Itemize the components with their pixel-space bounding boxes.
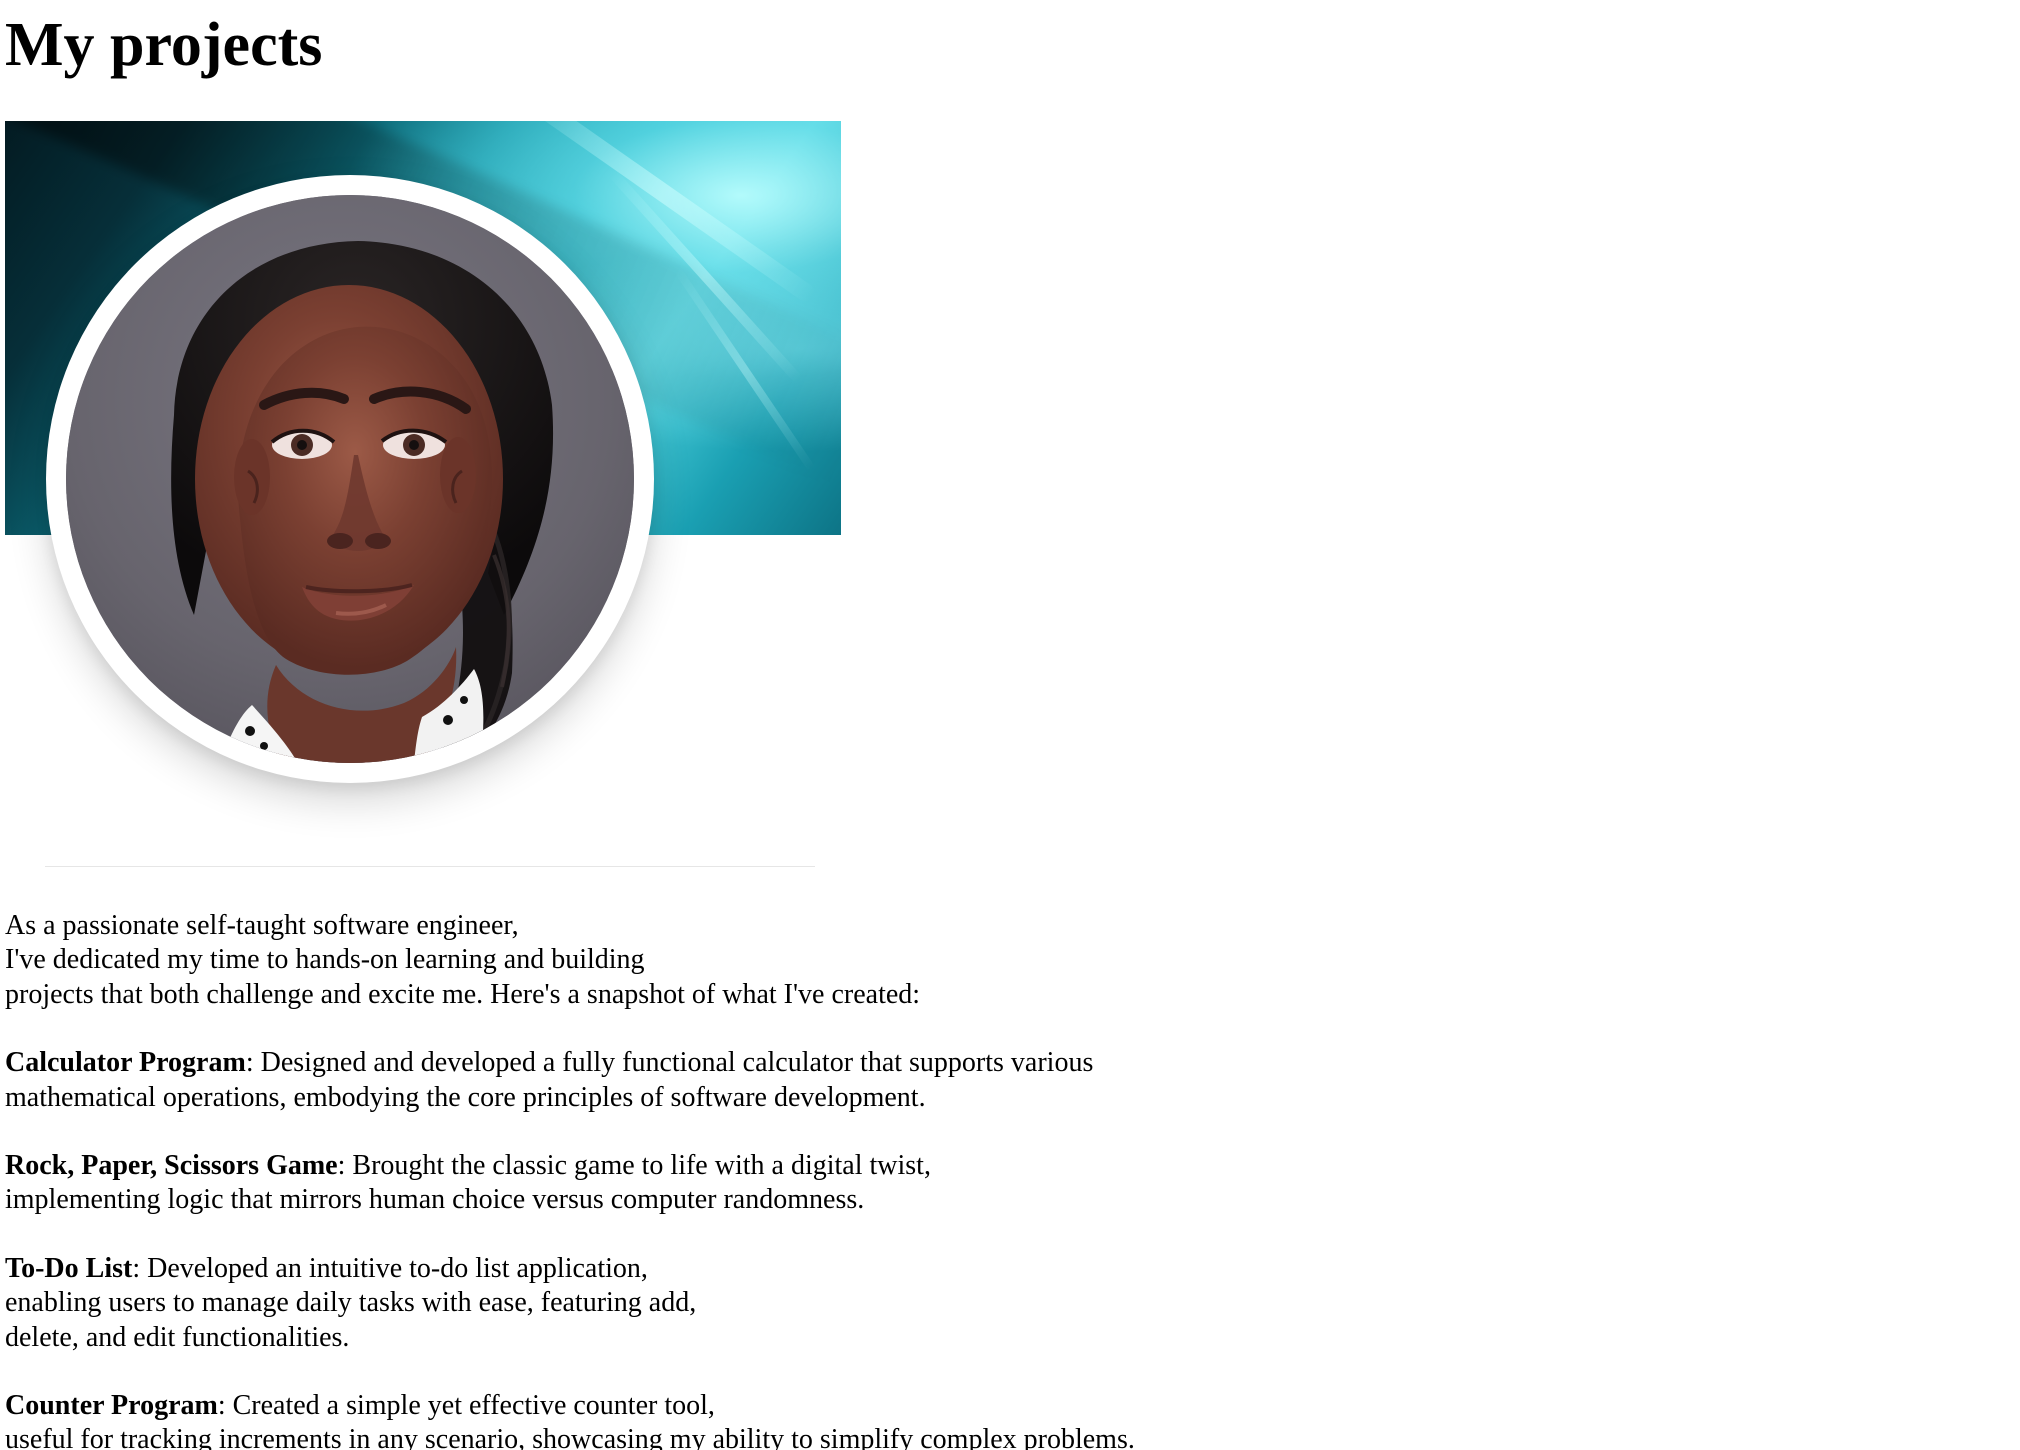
project-name: Calculator Program (5, 1047, 246, 1079)
avatar-ring (46, 175, 654, 783)
intro-line: I've dedicated my time to hands-on learn… (5, 944, 645, 976)
avatar (66, 195, 634, 763)
project-item: Counter Program: Created a simple yet ef… (5, 1389, 1505, 1450)
project-description: mathematical operations, embodying the c… (5, 1081, 926, 1113)
project-name: To-Do List (5, 1252, 133, 1284)
profile-divider (45, 866, 815, 867)
project-name: Counter Program (5, 1390, 218, 1422)
project-name: Rock, Paper, Scissors Game (5, 1150, 338, 1182)
project-description: enabling users to manage daily tasks wit… (5, 1287, 697, 1319)
project-description: : Developed an intuitive to-do list appl… (132, 1252, 648, 1284)
project-first-line: Calculator Program: Designed and develop… (5, 1046, 1505, 1080)
project-description: : Designed and developed a fully functio… (245, 1047, 1094, 1079)
project-item: Calculator Program: Designed and develop… (5, 1046, 1505, 1115)
project-description: : Brought the classic game to life with … (337, 1150, 931, 1182)
project-first-line: Counter Program: Created a simple yet ef… (5, 1389, 1505, 1423)
project-description: useful for tracking increments in any sc… (5, 1424, 1135, 1450)
intro-line: As a passionate self-taught software eng… (5, 910, 519, 941)
project-item: Rock, Paper, Scissors Game: Brought the … (5, 1149, 1505, 1218)
project-first-line: To-Do List: Developed an intuitive to-do… (5, 1252, 1505, 1286)
project-item: To-Do List: Developed an intuitive to-do… (5, 1252, 1505, 1355)
profile-card (5, 121, 841, 869)
project-description: delete, and edit functionalities. (5, 1321, 350, 1353)
project-first-line: Rock, Paper, Scissors Game: Brought the … (5, 1149, 1505, 1183)
intro-line: projects that both challenge and excite … (5, 978, 921, 1010)
projects-description: As a passionate self-taught software eng… (5, 909, 1505, 1450)
project-description: : Created a simple yet effective counter… (217, 1390, 715, 1422)
page-title: My projects (5, 11, 323, 79)
page: My projects As a passionate self-taught … (0, 0, 2020, 1450)
intro-paragraph: As a passionate self-taught software eng… (5, 909, 1505, 1012)
profile-portrait (66, 195, 634, 763)
project-description: implementing logic that mirrors human ch… (5, 1184, 865, 1216)
